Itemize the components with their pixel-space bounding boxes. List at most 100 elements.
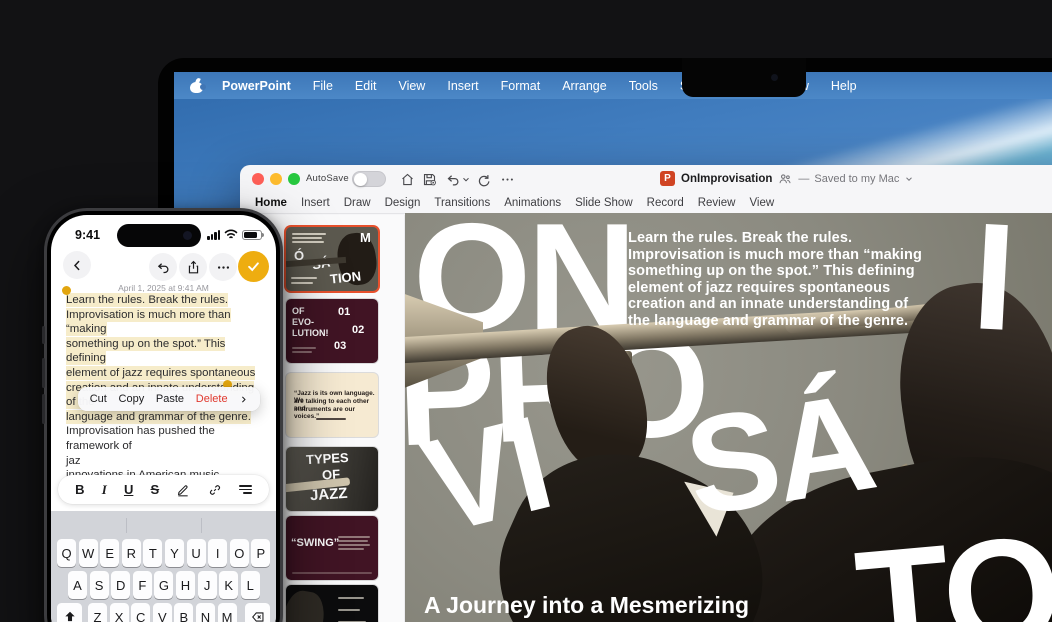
status-icons [207,229,264,240]
underline-button[interactable]: U [124,482,133,497]
done-check-button[interactable] [238,251,269,282]
key-d[interactable]: D [111,571,131,599]
key-z[interactable]: Z [88,603,107,622]
slide-footer-text[interactable]: A Journey into a Mesmerizing [424,592,749,619]
key-p[interactable]: P [251,539,271,567]
selection-start-handle[interactable] [62,286,71,295]
key-q[interactable]: Q [57,539,76,567]
tab-design[interactable]: Design [378,197,428,209]
menu-item-view[interactable]: View [387,79,436,93]
tab-slideshow[interactable]: Slide Show [568,197,640,209]
volume-down-button[interactable] [42,394,45,424]
suggestion-divider [126,518,127,533]
key-b[interactable]: B [174,603,194,622]
back-button[interactable] [63,251,91,279]
autosave-toggle[interactable] [352,171,386,187]
tab-draw[interactable]: Draw [337,197,378,209]
slide-canvas[interactable]: ON PRO I VI SÁ TO Learn the rules. Break… [405,213,1052,622]
home-icon[interactable] [398,170,416,188]
context-copy[interactable]: Copy [119,393,145,405]
key-j[interactable]: J [197,571,217,599]
redo-icon[interactable] [474,170,492,188]
bold-button[interactable]: B [75,482,84,497]
slide-body-text[interactable]: Learn the rules. Break the rules. Improv… [628,230,968,330]
share-people-icon[interactable] [778,172,792,186]
window-titlebar: AutoSave P OnImprovisation — Saved to my… [240,165,1052,193]
key-y[interactable]: Y [165,539,184,567]
slide-letter-i[interactable]: I [969,213,1016,363]
key-v[interactable]: V [152,603,172,622]
undo-icon[interactable] [444,170,462,188]
key-i[interactable]: I [208,539,228,567]
key-t[interactable]: T [143,539,163,567]
tab-record[interactable]: Record [640,197,691,209]
powerpoint-window: AutoSave P OnImprovisation — Saved to my… [240,165,1052,622]
zoom-window-button[interactable] [288,173,300,185]
menu-item-powerpoint[interactable]: PowerPoint [211,79,302,93]
minimize-window-button[interactable] [270,173,282,185]
key-g[interactable]: G [154,571,174,599]
key-w[interactable]: W [78,539,98,567]
selected-text-line: Improvisation is much more than “making [66,307,231,337]
tab-view[interactable]: View [742,197,781,209]
share-button[interactable] [179,253,207,281]
key-u[interactable]: U [186,539,206,567]
context-cut[interactable]: Cut [90,393,107,405]
key-h[interactable]: H [176,571,195,599]
camera-dot [771,74,778,81]
tab-transitions[interactable]: Transitions [427,197,497,209]
format-options-icon[interactable] [238,483,252,496]
menu-item-edit[interactable]: Edit [344,79,388,93]
key-m[interactable]: M [217,603,237,622]
action-button[interactable] [42,326,45,344]
menu-item-tools[interactable]: Tools [618,79,669,93]
key-e[interactable]: E [100,539,120,567]
tab-animations[interactable]: Animations [497,197,568,209]
menu-item-file[interactable]: File [302,79,344,93]
key-o[interactable]: O [229,539,249,567]
save-status[interactable]: — Saved to my Mac [798,173,914,185]
save-icon[interactable] [420,170,438,188]
key-r[interactable]: R [121,539,141,567]
key-c[interactable]: C [131,603,151,622]
context-delete[interactable]: Delete [196,393,228,405]
key-f[interactable]: F [132,571,152,599]
document-title[interactable]: OnImprovisation [681,173,772,185]
key-l[interactable]: L [240,571,260,599]
undo-button[interactable] [149,253,177,281]
context-more-chevron-icon[interactable] [239,395,248,404]
apple-logo-icon[interactable] [190,77,206,93]
link-icon[interactable] [208,483,222,497]
key-n[interactable]: N [196,603,215,622]
thumbnail-slide-6[interactable] [286,585,378,622]
close-window-button[interactable] [252,173,264,185]
highlight-pen-icon[interactable] [176,483,190,497]
shift-key[interactable] [57,603,82,622]
key-x[interactable]: X [109,603,129,622]
chevron-down-icon[interactable] [461,170,471,188]
menu-item-help[interactable]: Help [820,79,868,93]
tab-home[interactable]: Home [248,197,294,209]
italic-button[interactable]: I [102,482,107,498]
menu-item-format[interactable]: Format [490,79,552,93]
thumbnail-slide-1[interactable]: M Ó SÁ TION [286,227,378,291]
thumbnail-slide-5[interactable]: “SWING” [286,516,378,580]
thumbnail-slide-2[interactable]: OF EVO- LUTION! 01 02 03 [286,299,378,363]
slide-letter-to[interactable]: TO [850,504,1052,622]
backspace-key[interactable] [245,603,270,622]
more-options-icon[interactable] [498,170,516,188]
context-paste[interactable]: Paste [156,393,184,405]
more-button[interactable] [209,253,237,281]
menu-item-insert[interactable]: Insert [436,79,489,93]
key-k[interactable]: K [219,571,239,599]
key-a[interactable]: A [68,571,87,599]
volume-up-button[interactable] [42,358,45,388]
strikethrough-button[interactable]: S [151,482,160,497]
tab-review[interactable]: Review [691,197,743,209]
menu-item-arrange[interactable]: Arrange [551,79,617,93]
thumbnail-slide-3[interactable]: “Jazz is its own language. We are talkin… [286,373,378,437]
key-s[interactable]: S [89,571,109,599]
slide-letter-sa[interactable]: SÁ [676,365,882,546]
thumbnail-slide-4[interactable]: TYPES OF JAZZ [286,447,378,511]
tab-insert[interactable]: Insert [294,197,337,209]
